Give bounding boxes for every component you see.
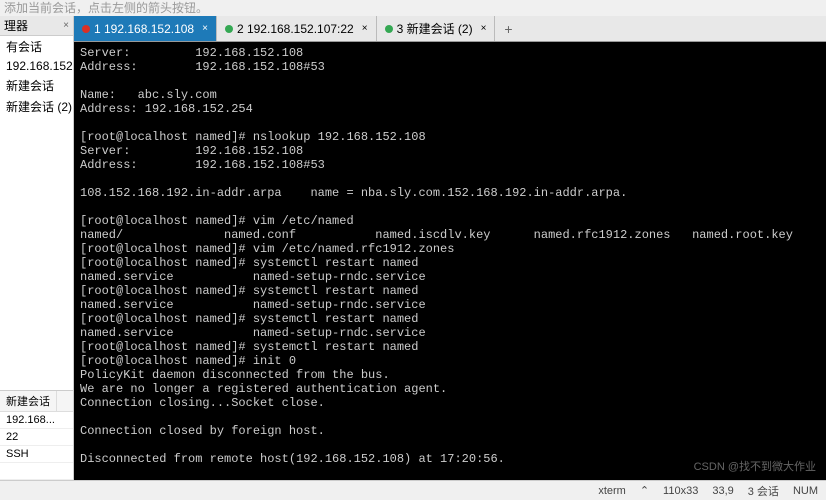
terminal-output[interactable]: Server: 192.168.152.108 Address: 192.168… <box>74 42 826 480</box>
tab-label: 1 192.168.152.108 <box>94 22 194 36</box>
sidebar-title: 理器 <box>4 17 28 34</box>
session-properties: 新建会话 192.168... 22 SSH <box>0 390 73 480</box>
status-size: 110x33 <box>663 485 698 497</box>
tab-session-3[interactable]: 3 新建会话 (2) × <box>377 16 496 41</box>
col-name: 新建会话 <box>0 391 57 411</box>
sidebar: 理器 × 有会话 192.168.152.10 新建会话 新建会话 (2) 新建… <box>0 16 74 480</box>
close-icon[interactable]: × <box>63 20 69 31</box>
close-icon[interactable]: × <box>481 23 487 34</box>
status-numlock: NUM <box>793 485 818 497</box>
session-tree: 有会话 192.168.152.10 新建会话 新建会话 (2) <box>0 36 73 390</box>
tab-session-2[interactable]: 2 192.168.152.107:22 × <box>217 16 377 41</box>
status-dot-icon <box>225 25 233 33</box>
status-term: xterm <box>598 485 626 497</box>
close-icon[interactable]: × <box>202 23 208 34</box>
status-dot-icon <box>385 25 393 33</box>
status-pos: 33,9 <box>712 485 733 497</box>
tab-label: 2 192.168.152.107:22 <box>237 22 354 36</box>
status-size-marker: ⌃ <box>640 484 649 497</box>
sidebar-header: 理器 × <box>0 16 73 36</box>
status-bar: xterm ⌃ 110x33 33,9 3 会话 NUM <box>0 480 826 500</box>
content-area: 1 192.168.152.108 × 2 192.168.152.107:22… <box>74 16 826 480</box>
tabs-bar: 1 192.168.152.108 × 2 192.168.152.107:22… <box>74 16 826 42</box>
table-row[interactable]: 22 <box>0 429 73 446</box>
table-row[interactable]: SSH <box>0 446 73 463</box>
table-row[interactable]: 192.168... <box>0 412 73 429</box>
table-row <box>0 463 73 480</box>
tree-item[interactable]: 新建会话 <box>0 75 73 96</box>
main-area: 理器 × 有会话 192.168.152.10 新建会话 新建会话 (2) 新建… <box>0 16 826 480</box>
tab-session-1[interactable]: 1 192.168.152.108 × <box>74 16 217 41</box>
close-icon[interactable]: × <box>362 23 368 34</box>
tab-label: 3 新建会话 (2) <box>397 20 473 37</box>
hint-text: 添加当前会话，点击左侧的箭头按钮。 <box>0 0 826 16</box>
status-sessions: 3 会话 <box>748 483 779 499</box>
tree-item[interactable]: 有会话 <box>0 36 73 57</box>
status-dot-icon <box>82 25 90 33</box>
tree-item[interactable]: 192.168.152.10 <box>0 57 73 75</box>
table-header: 新建会话 <box>0 391 73 412</box>
watermark: CSDN @找不到微大作业 <box>694 458 816 474</box>
tree-item[interactable]: 新建会话 (2) <box>0 96 73 117</box>
add-tab-button[interactable]: + <box>495 16 521 41</box>
